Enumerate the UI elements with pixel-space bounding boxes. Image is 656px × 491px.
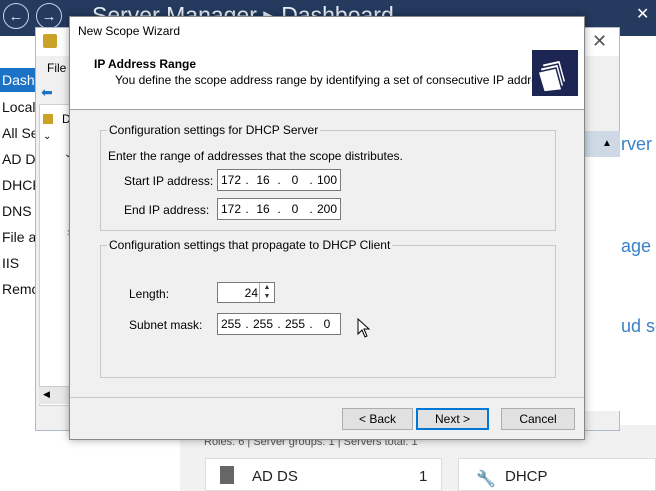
end-ip-octet-3[interactable]: 0 (282, 202, 308, 216)
start-ip-octet-1[interactable]: 172 (218, 173, 244, 187)
sidebar-item-iis[interactable]: IIS (2, 255, 19, 271)
tile-dhcp-label: DHCP (505, 468, 548, 485)
mask-octet-4[interactable]: 0 (314, 317, 340, 331)
server-manager-sidebar: Dashb Local All Se AD D DHCP DNS File a … (0, 36, 42, 491)
sidebar-item-dns[interactable]: DNS (2, 203, 32, 219)
new-scope-wizard: New Scope Wizard IP Address Range You de… (69, 16, 585, 440)
start-ip-field[interactable]: 172. 16. 0. 100 (217, 169, 341, 191)
sidebar-item-ad-ds[interactable]: AD D (2, 151, 35, 167)
sidebar-item-remote[interactable]: Remo (2, 281, 39, 297)
back-arrow-icon[interactable]: ⬅ (41, 84, 53, 101)
dhcp-close-icon[interactable]: ✕ (592, 31, 607, 52)
spin-down-icon[interactable]: ▼ (260, 292, 274, 301)
dhcp-root-icon (43, 114, 53, 124)
page-title: IP Address Range (94, 57, 197, 71)
scroll-left-icon[interactable]: ◀ (43, 389, 50, 400)
close-icon[interactable]: ✕ (636, 4, 649, 24)
range-instruction: Enter the range of addresses that the sc… (108, 149, 403, 163)
right-text-cloud[interactable]: ud se (621, 316, 656, 337)
back-nav-icon[interactable]: ← (3, 3, 29, 29)
start-ip-octet-4[interactable]: 100 (314, 173, 340, 187)
tile-ad-ds[interactable]: AD DS 1 (205, 458, 442, 491)
right-text-manage[interactable]: age (621, 236, 651, 257)
dhcp-server-settings-group: Configuration settings for DHCP Server E… (100, 123, 556, 231)
dhcp-server-group-legend: Configuration settings for DHCP Server (107, 123, 321, 137)
chevron-down-icon[interactable]: ⌄ (43, 131, 51, 142)
tile-ad-ds-count: 1 (419, 468, 428, 485)
wrench-icon: 🔧 (476, 471, 496, 488)
cancel-button[interactable]: Cancel (501, 408, 575, 430)
end-ip-octet-2[interactable]: 16 (250, 202, 276, 216)
start-ip-label: Start IP address: (124, 174, 214, 188)
length-label: Length: (129, 287, 170, 301)
end-ip-octet-4[interactable]: 200 (314, 202, 340, 216)
actions-header[interactable]: ▲ (584, 131, 620, 157)
spin-up-icon[interactable]: ▲ (260, 283, 274, 292)
start-ip-octet-2[interactable]: 16 (250, 173, 276, 187)
back-button[interactable]: < Back (342, 408, 413, 430)
right-text-server: rver (621, 134, 652, 154)
tile-ad-ds-label: AD DS (252, 468, 298, 485)
subnet-mask-label: Subnet mask: (129, 318, 203, 332)
trophy-icon (43, 34, 57, 48)
sidebar-item-all-servers[interactable]: All Se (2, 125, 39, 141)
tile-dhcp[interactable]: 🔧 DHCP (458, 458, 656, 491)
collapse-up-icon[interactable]: ▲ (602, 138, 612, 149)
dhcp-client-settings-group: Configuration settings that propagate to… (100, 238, 556, 378)
end-ip-label: End IP address: (124, 203, 210, 217)
length-value[interactable]: 24 (245, 286, 258, 300)
wizard-titlebar: New Scope Wizard (70, 17, 584, 45)
mask-octet-2[interactable]: 255 (250, 317, 276, 331)
next-button[interactable]: Next > (416, 408, 489, 430)
menu-file[interactable]: File (47, 61, 66, 75)
mask-octet-1[interactable]: 255 (218, 317, 244, 331)
forward-nav-icon[interactable]: → (36, 3, 62, 29)
sidebar-item-dashboard[interactable]: Dashb (0, 68, 42, 92)
length-spinner[interactable]: 24 ▲ ▼ (217, 282, 275, 303)
mouse-cursor-icon (357, 317, 371, 341)
actions-pane (584, 131, 620, 411)
end-ip-octet-1[interactable]: 172 (218, 202, 244, 216)
wizard-title: New Scope Wizard (78, 24, 181, 38)
mask-octet-3[interactable]: 255 (282, 317, 308, 331)
subnet-mask-field[interactable]: 255. 255. 255. 0 (217, 313, 341, 335)
wizard-header: IP Address Range You define the scope ad… (70, 45, 584, 110)
sidebar-item-local[interactable]: Local (2, 99, 35, 115)
folder-stack-icon (532, 50, 578, 96)
spin-buttons[interactable]: ▲ ▼ (259, 283, 274, 302)
page-subtitle: You define the scope address range by id… (115, 73, 566, 87)
sidebar-item-file[interactable]: File a (2, 229, 36, 245)
dhcp-client-group-legend: Configuration settings that propagate to… (107, 238, 393, 252)
button-divider (70, 397, 584, 398)
end-ip-field[interactable]: 172. 16. 0. 200 (217, 198, 341, 220)
server-tile-icon (220, 466, 234, 484)
start-ip-octet-3[interactable]: 0 (282, 173, 308, 187)
